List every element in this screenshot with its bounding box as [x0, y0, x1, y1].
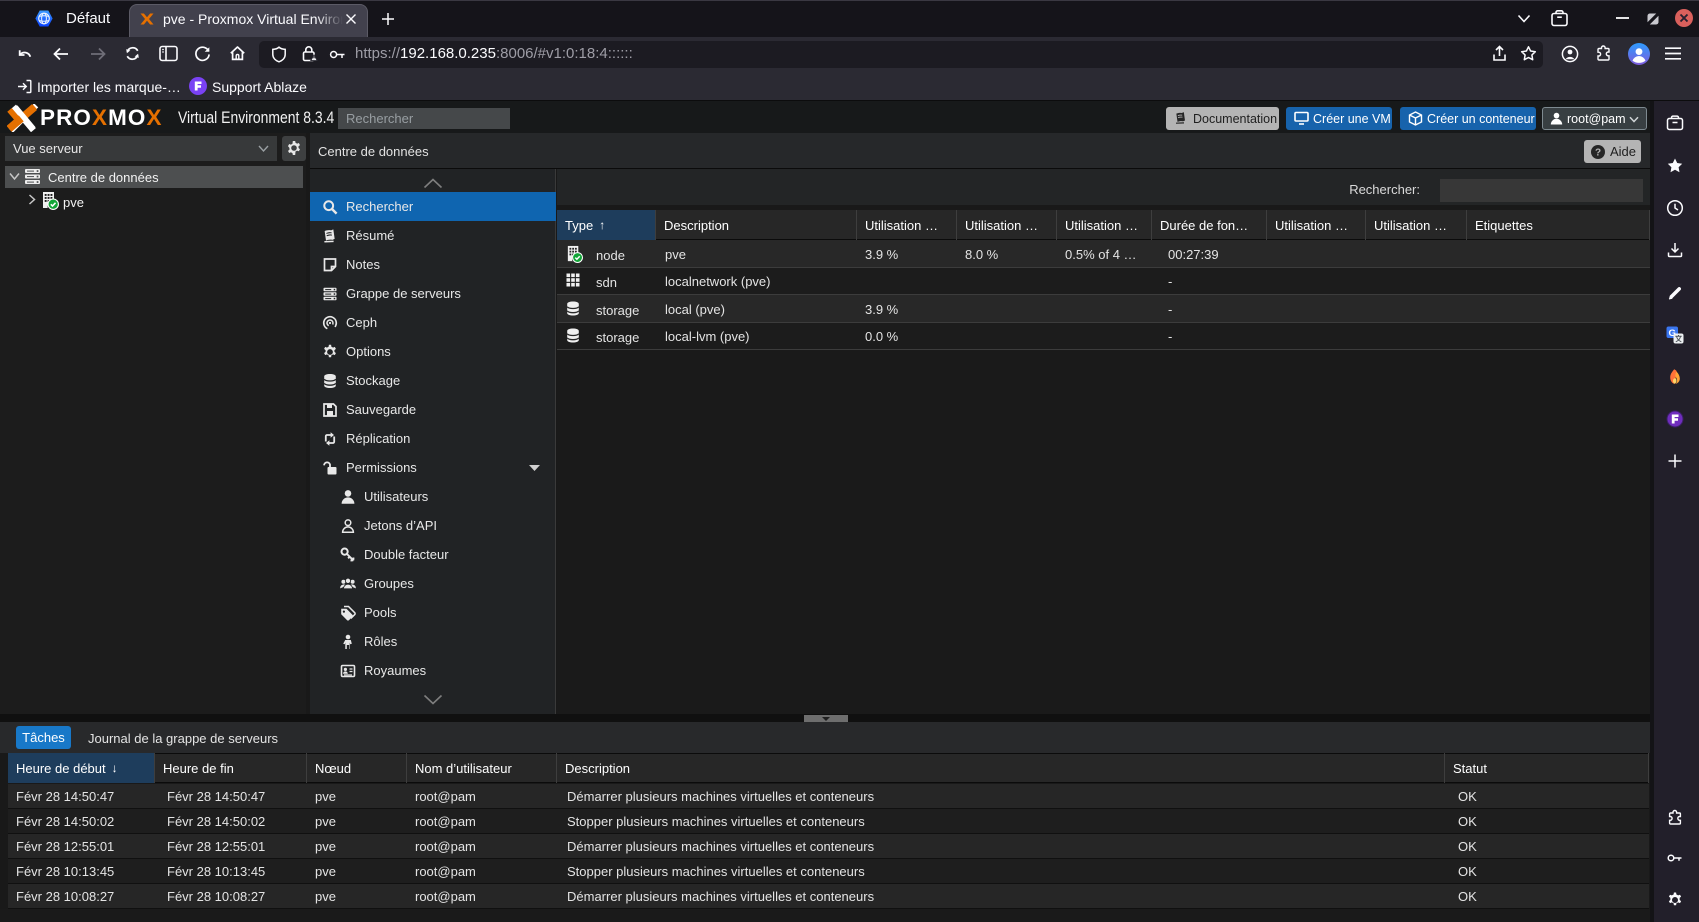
svg-text:?: ? — [1595, 147, 1601, 158]
